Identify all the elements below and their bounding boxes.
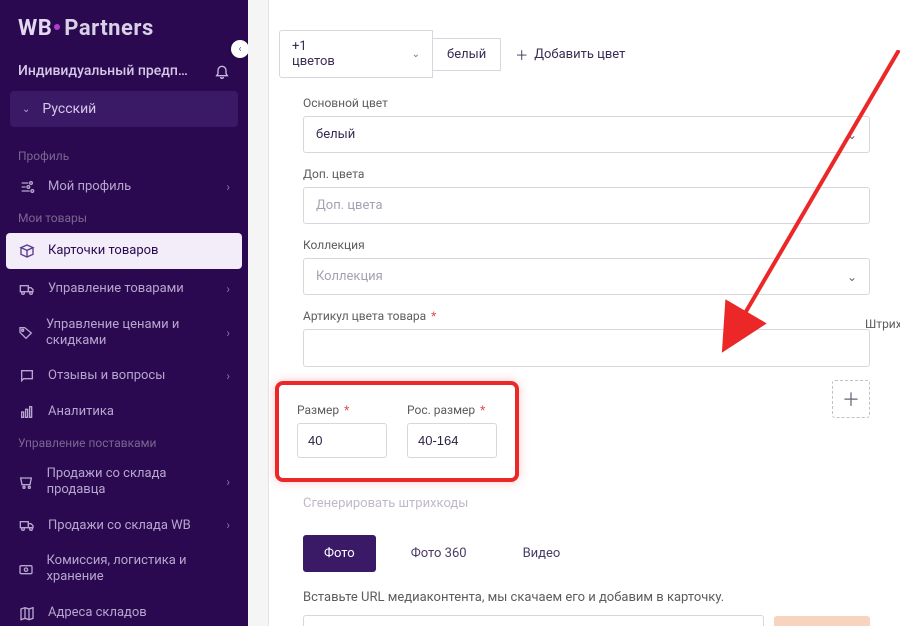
logo-wb: WB — [18, 16, 52, 41]
sidebar-item-label: Адреса складов — [48, 605, 147, 621]
logo-rest: Partners — [64, 16, 153, 41]
tab-photo360[interactable]: Фото 360 — [390, 535, 488, 572]
media-tabs: Фото Фото 360 Видео — [303, 535, 870, 572]
chip2-label: белый — [447, 47, 486, 62]
field-article: Артикул цвета товара * — [303, 309, 870, 367]
sliders-icon — [18, 179, 36, 195]
section-supply-label: Управление поставками — [0, 430, 248, 456]
truck-icon — [18, 517, 36, 533]
tab-video[interactable]: Видео — [502, 535, 582, 572]
plus-icon: ＋ — [842, 386, 860, 412]
colors-bar: +1 цветов ⌄ белый ＋ Добавить цвет — [279, 30, 870, 78]
collection-label: Коллекция — [303, 238, 870, 252]
size-highlight-block: Размер * Рос. размер * — [275, 381, 519, 482]
user-name: Индивидуальный предпр... — [18, 63, 188, 79]
barcode-field: Штрихкод товара * — [865, 317, 900, 332]
sidebar-item-label: Карточки товаров — [48, 243, 159, 259]
ru-size-input[interactable] — [407, 423, 497, 458]
barcode-label: Штрихкод товара * — [865, 317, 900, 331]
size-input[interactable] — [297, 423, 387, 458]
add-size-row-button[interactable]: ＋ — [832, 380, 870, 418]
sidebar-item-label: Отзывы и вопросы — [48, 368, 165, 384]
chevron-left-icon: ‹ — [238, 44, 241, 55]
ru-size-label: Рос. размер * — [407, 403, 497, 417]
sidebar-item-label: Продажи со склада продавца — [47, 466, 215, 497]
sidebar-item-label: Управление товарами — [48, 281, 184, 297]
tab-photo[interactable]: Фото — [303, 535, 376, 572]
sidebar-item-wb-stock[interactable]: Продажи со склада WB › — [0, 507, 248, 543]
field-extra-colors: Доп. цвета Доп. цвета — [303, 167, 870, 224]
chevron-down-icon: ⌄ — [847, 270, 857, 284]
chevron-down-icon: ⌄ — [22, 104, 30, 115]
chevron-down-icon: ⌄ — [412, 49, 420, 60]
section-profile-label: Профиль — [0, 143, 248, 169]
color-count-select[interactable]: +1 цветов ⌄ — [279, 30, 433, 78]
logo-dot-icon — [54, 24, 60, 30]
chart-icon — [18, 404, 36, 420]
bell-icon[interactable] — [214, 63, 230, 79]
language-select[interactable]: ⌄ Русский — [10, 91, 238, 127]
sidebar-item-cards[interactable]: Карточки товаров — [6, 233, 242, 269]
field-main-color: Основной цвет белый ⌄ — [303, 96, 870, 153]
main: +1 цветов ⌄ белый ＋ Добавить цвет Основн… — [248, 0, 900, 626]
cart-icon — [18, 474, 35, 490]
chevron-right-icon: › — [226, 282, 230, 296]
chevron-right-icon: › — [226, 475, 230, 489]
field-collection: Коллекция Коллекция ⌄ — [303, 238, 870, 295]
collection-select[interactable]: Коллекция ⌄ — [303, 258, 870, 295]
chevron-right-icon: › — [226, 369, 230, 383]
media-add-button[interactable]: Добавить — [774, 616, 870, 626]
sidebar-item-addresses[interactable]: Адреса складов — [0, 595, 248, 626]
user-row[interactable]: Индивидуальный предпр... — [0, 55, 248, 91]
form-area: +1 цветов ⌄ белый ＋ Добавить цвет Основн… — [268, 0, 900, 626]
media-url-input[interactable]: Введите URL — [303, 615, 764, 626]
generate-barcodes-link[interactable]: Сгенерировать штрихкоды — [303, 496, 468, 511]
extra-colors-ph: Доп. цвета — [316, 198, 383, 213]
tag-icon — [18, 325, 34, 341]
sidebar: WB Partners ‹ Индивидуальный предпр... ⌄ … — [0, 0, 248, 626]
collection-ph: Коллекция — [316, 269, 383, 284]
sidebar-item-seller-stock[interactable]: Продажи со склада продавца › — [0, 456, 248, 507]
main-color-value: белый — [316, 127, 355, 142]
size-label: Размер * — [297, 403, 387, 417]
main-color-select[interactable]: белый ⌄ — [303, 116, 870, 153]
money-icon — [18, 561, 34, 577]
sidebar-item-label: Аналитика — [48, 404, 114, 420]
chevron-right-icon: › — [226, 326, 230, 340]
article-label: Артикул цвета товара * — [303, 309, 870, 323]
extra-colors-label: Доп. цвета — [303, 167, 870, 181]
sidebar-item-label: Комиссия, логистика и хранение — [46, 553, 230, 584]
chevron-right-icon: › — [226, 180, 230, 194]
sidebar-item-manage-products[interactable]: Управление товарами › — [0, 271, 248, 307]
truck-icon — [18, 281, 36, 297]
sidebar-collapse-button[interactable]: ‹ — [231, 40, 248, 58]
sidebar-item-reviews[interactable]: Отзывы и вопросы › — [0, 358, 248, 394]
section-products-label: Мои товары — [0, 205, 248, 231]
sidebar-item-commission[interactable]: Комиссия, логистика и хранение — [0, 543, 248, 594]
current-color-chip[interactable]: белый — [433, 38, 501, 71]
add-color-label: Добавить цвет — [534, 47, 625, 62]
add-color-button[interactable]: ＋ Добавить цвет — [515, 45, 625, 64]
sidebar-item-label: Мой профиль — [48, 179, 131, 195]
chevron-right-icon: › — [226, 518, 230, 532]
sidebar-item-analytics[interactable]: Аналитика — [0, 394, 248, 430]
chat-icon — [18, 368, 36, 384]
plus-icon: ＋ — [515, 45, 528, 64]
article-input[interactable] — [303, 329, 870, 367]
sidebar-item-label: Продажи со склада WB — [48, 518, 191, 534]
sidebar-item-label: Управление ценами и скидками — [46, 317, 214, 348]
chevron-down-icon: ⌄ — [847, 128, 857, 142]
logo[interactable]: WB Partners — [0, 10, 248, 55]
map-icon — [18, 605, 36, 621]
sidebar-item-manage-prices[interactable]: Управление ценами и скидками › — [0, 307, 248, 358]
url-help-text: Вставьте URL медиаконтента, мы скачаем е… — [303, 590, 870, 605]
extra-colors-input[interactable]: Доп. цвета — [303, 187, 870, 224]
main-color-label: Основной цвет — [303, 96, 870, 110]
language-value: Русский — [42, 101, 96, 117]
chip-label: +1 цветов — [292, 39, 352, 69]
box-icon — [18, 243, 36, 259]
sidebar-item-profile[interactable]: Мой профиль › — [0, 169, 248, 205]
